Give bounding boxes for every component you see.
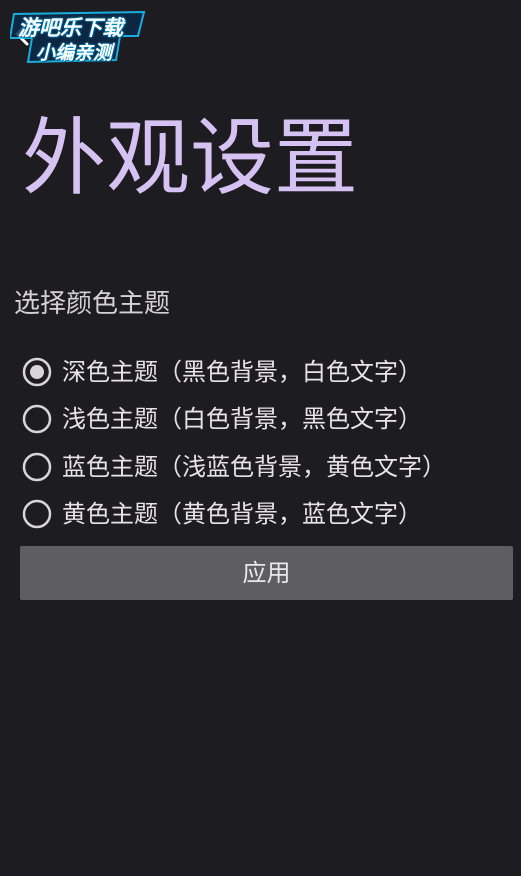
- theme-option-blue[interactable]: 蓝色主题（浅蓝色背景，黄色文字）: [20, 443, 510, 491]
- theme-option-label: 蓝色主题（浅蓝色背景，黄色文字）: [62, 452, 446, 481]
- watermark-logo: 游吧乐下载 小编亲测: [10, 10, 148, 64]
- theme-option-dark[interactable]: 深色主题（黑色背景，白色文字）: [20, 348, 510, 396]
- theme-option-label: 深色主题（黑色背景，白色文字）: [62, 357, 422, 386]
- theme-option-yellow[interactable]: 黄色主题（黄色背景，蓝色文字）: [20, 491, 510, 539]
- apply-button[interactable]: 应用: [20, 546, 513, 600]
- watermark-line2: 小编亲测: [36, 42, 113, 64]
- radio-checked-icon[interactable]: [22, 357, 52, 387]
- radio-unchecked-icon[interactable]: [22, 452, 52, 482]
- theme-option-light[interactable]: 浅色主题（白色背景，黑色文字）: [20, 396, 510, 444]
- page-title: 外观设置: [22, 109, 359, 207]
- radio-unchecked-icon[interactable]: [22, 499, 52, 529]
- appearance-settings-screen: 游吧乐下载 小编亲测 外观设置 选择颜色主题 深色主题（黑色背景，白色文字） 浅…: [0, 0, 521, 876]
- theme-option-label: 浅色主题（白色背景，黑色文字）: [62, 405, 422, 434]
- radio-unchecked-icon[interactable]: [22, 404, 52, 434]
- theme-radio-group: 深色主题（黑色背景，白色文字） 浅色主题（白色背景，黑色文字） 蓝色主题（浅蓝色…: [20, 348, 510, 538]
- theme-option-label: 黄色主题（黄色背景，蓝色文字）: [62, 500, 422, 529]
- theme-section-label: 选择颜色主题: [14, 289, 171, 319]
